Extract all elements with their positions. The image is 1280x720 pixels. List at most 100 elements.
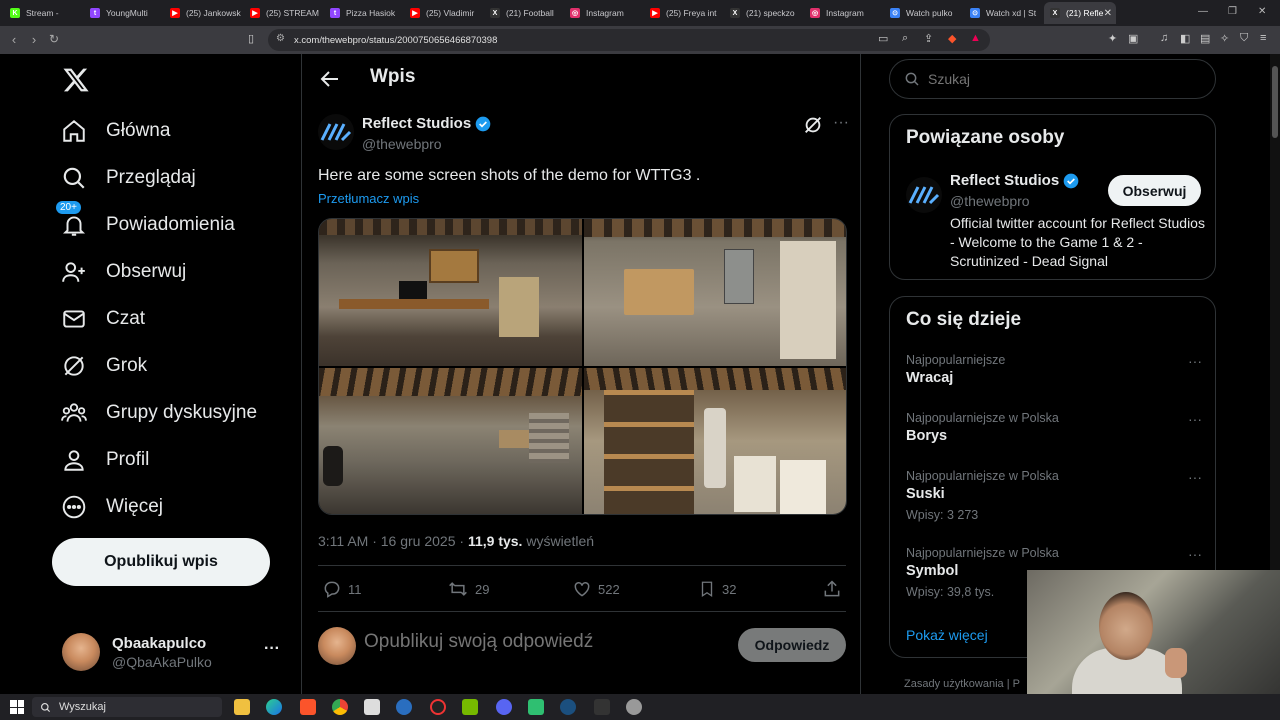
browser-tab[interactable]: t YoungMulti — [84, 2, 164, 24]
brave-icon[interactable] — [300, 699, 316, 715]
epic-games-icon[interactable] — [594, 699, 610, 715]
browser-tab[interactable]: X (21) Refle ✕ — [1044, 2, 1116, 24]
trend-item[interactable]: Najpopularniejsze w Polska Borys ··· — [906, 411, 1202, 444]
brave-shield-icon[interactable]: ◆ — [948, 32, 956, 45]
browser-tab[interactable]: ◎ Instagram — [804, 2, 884, 24]
browser-tab[interactable]: ▶ (25) STREAM — [244, 2, 324, 24]
extension-badge-icon[interactable]: ▣ — [1128, 32, 1138, 45]
chrome-icon[interactable] — [332, 699, 348, 715]
like-action[interactable]: 522 — [572, 579, 620, 599]
windows-start-icon[interactable] — [10, 700, 24, 714]
app-icon[interactable] — [528, 699, 544, 715]
browser-tab[interactable]: ▶ (25) Freya int — [644, 2, 724, 24]
browser-tab[interactable]: ⊙ Watch pulko — [884, 2, 964, 24]
publish-post-button[interactable]: Opublikuj wpis — [52, 538, 270, 586]
browser-tab[interactable]: K Stream - — [4, 2, 84, 24]
share-icon[interactable]: ⇪ — [924, 32, 933, 45]
reply-button[interactable]: Odpowiedz — [738, 628, 846, 662]
search-input[interactable] — [928, 71, 1188, 87]
media-image-3[interactable] — [319, 367, 582, 514]
show-more-link[interactable]: Pokaż więcej — [906, 627, 988, 643]
nav-item-explore[interactable]: Przeglądaj — [60, 155, 196, 201]
nav-item-notifications[interactable]: 20+ Powiadomienia — [56, 201, 235, 248]
nav-item-grok[interactable]: Grok — [60, 343, 147, 389]
x-logo-icon[interactable] — [62, 66, 90, 94]
reader-mode-icon[interactable]: ▭ — [878, 32, 888, 45]
minimize-icon[interactable]: — — [1198, 6, 1208, 17]
steam-icon[interactable] — [560, 699, 576, 715]
footer-links[interactable]: Zasady użytkowania | P — [904, 678, 1020, 690]
bookmark-action[interactable]: 32 — [698, 579, 736, 599]
discord-icon[interactable] — [496, 699, 512, 715]
browser-tab[interactable]: X (21) speckzo — [724, 2, 804, 24]
search-box[interactable] — [889, 59, 1216, 99]
trend-item[interactable]: Najpopularniejsze w Polska Suski Wpisy: … — [906, 469, 1202, 522]
browser-tab[interactable]: t Pizza Hasiok — [324, 2, 404, 24]
browser-tab[interactable]: ▶ (25) Vladimir — [404, 2, 484, 24]
nvidia-icon[interactable] — [462, 699, 478, 715]
reply-action[interactable]: 11 — [322, 579, 362, 599]
media-image-4[interactable] — [583, 367, 846, 514]
post-more-icon[interactable]: ··· — [830, 114, 852, 136]
nav-item-communities[interactable]: Grupy dyskusyjne — [60, 390, 257, 436]
nav-item-profile[interactable]: Profil — [60, 437, 149, 483]
follow-button[interactable]: Obserwuj — [1108, 175, 1201, 206]
edge-icon[interactable] — [266, 699, 282, 715]
zoom-icon[interactable]: ⌕ — [902, 32, 908, 45]
author-name[interactable]: Reflect Studios — [362, 115, 491, 132]
nav-item-more[interactable]: Więcej — [60, 484, 163, 530]
media-image-2[interactable] — [583, 219, 846, 366]
trend-more-icon[interactable]: ··· — [1188, 353, 1202, 369]
bookmark-page-icon[interactable]: ▯ — [248, 32, 254, 45]
account-switcher[interactable]: Qbaakapulco @QbaAkaPulko ··· — [62, 630, 292, 674]
close-tab-icon[interactable]: ✕ — [1104, 8, 1112, 19]
menu-icon[interactable]: ≡ — [1260, 32, 1266, 44]
trend-more-icon[interactable]: ··· — [1188, 469, 1202, 485]
ccleaner-icon[interactable] — [396, 699, 412, 715]
browser-tab[interactable]: ▶ (25) Jankowsk — [164, 2, 244, 24]
nav-item-home[interactable]: Główna — [60, 108, 170, 154]
brave-rewards-icon[interactable]: ▲ — [970, 32, 981, 44]
app-icon[interactable] — [626, 699, 642, 715]
repost-action[interactable]: 29 — [447, 579, 489, 599]
media-image-1[interactable] — [319, 219, 582, 366]
related-avatar[interactable] — [906, 177, 942, 213]
related-name[interactable]: Reflect Studios — [950, 172, 1079, 189]
back-nav-icon[interactable]: ‹ — [4, 32, 24, 47]
restore-icon[interactable]: ❐ — [1228, 6, 1237, 17]
site-info-icon[interactable]: ⚙ — [276, 33, 285, 44]
forward-nav-icon[interactable]: › — [24, 32, 44, 47]
leo-icon[interactable]: ✧ — [1220, 32, 1229, 45]
sidebar-toggle-icon[interactable]: ◧ — [1180, 32, 1190, 45]
post-time[interactable]: 3:11 AM · 16 gru 2025 · — [318, 533, 468, 549]
reload-icon[interactable]: ↻ — [44, 32, 64, 46]
trend-item[interactable]: Najpopularniejsze Wracaj ··· — [906, 353, 1202, 386]
extensions-icon[interactable]: ✦ — [1108, 32, 1117, 45]
recorder-icon[interactable] — [430, 699, 446, 715]
close-window-icon[interactable]: ✕ — [1258, 6, 1266, 17]
back-arrow-icon[interactable] — [318, 67, 342, 91]
browser-tab[interactable]: ◎ Instagram — [564, 2, 644, 24]
tab-favicon-icon: X — [490, 8, 500, 18]
related-handle[interactable]: @thewebpro — [950, 193, 1030, 209]
nav-item-follow[interactable]: Obserwuj — [60, 249, 186, 295]
browser-tab[interactable]: X (21) Football — [484, 2, 564, 24]
translate-link[interactable]: Przetłumacz wpis — [318, 191, 419, 206]
scrollbar-thumb[interactable] — [1272, 66, 1278, 138]
nav-item-chat[interactable]: Czat — [60, 296, 145, 342]
vpn-icon[interactable]: ⛉ — [1240, 32, 1248, 45]
share-action[interactable] — [822, 579, 842, 599]
grok-explain-icon[interactable] — [802, 114, 824, 136]
app-icon[interactable] — [364, 699, 380, 715]
media-icon[interactable]: ♫ — [1160, 32, 1168, 44]
wallet-icon[interactable]: ▤ — [1200, 32, 1210, 45]
account-more-icon[interactable]: ··· — [264, 640, 280, 658]
author-avatar[interactable] — [318, 114, 354, 150]
author-handle[interactable]: @thewebpro — [362, 136, 442, 152]
trend-more-icon[interactable]: ··· — [1188, 411, 1202, 427]
file-explorer-icon[interactable] — [234, 699, 250, 715]
browser-tab[interactable]: ⊙ Watch xd | St — [964, 2, 1044, 24]
trend-more-icon[interactable]: ··· — [1188, 546, 1202, 562]
taskbar-search[interactable]: Wyszukaj — [32, 697, 222, 717]
reply-input[interactable] — [364, 631, 724, 653]
